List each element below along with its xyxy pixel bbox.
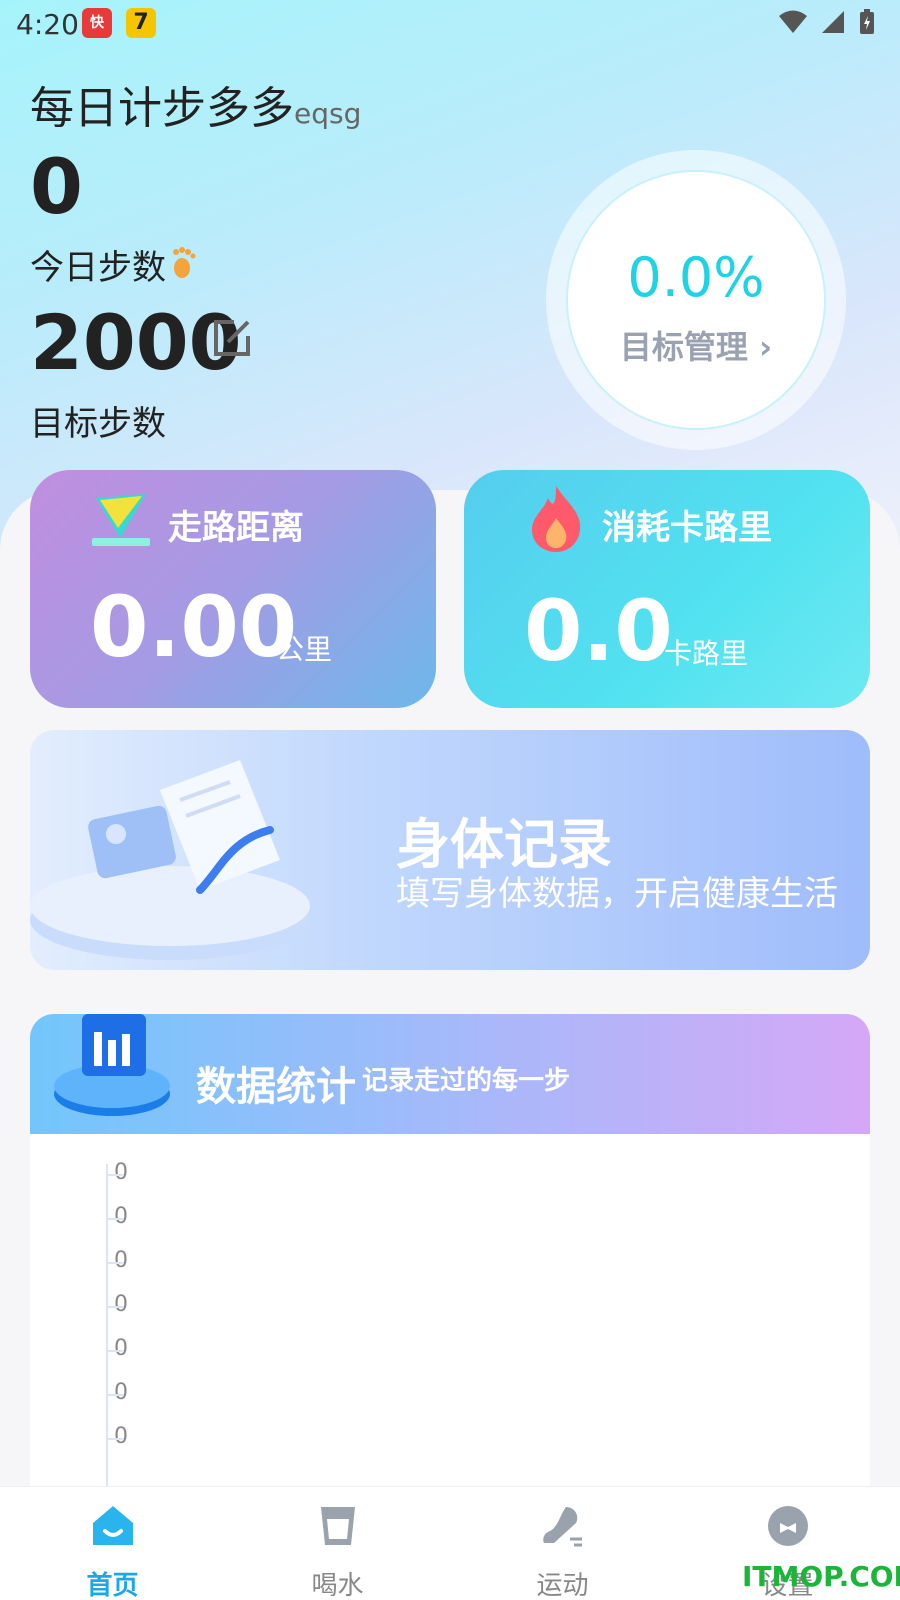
y-tick: 0 — [114, 1380, 128, 1405]
home-icon — [93, 1506, 133, 1545]
walk-distance-title: 走路距离 — [168, 508, 304, 548]
y-tick: 0 — [114, 1204, 128, 1229]
calories-title: 消耗卡路里 — [602, 508, 772, 548]
battery-icon — [860, 9, 874, 34]
y-tick: 0 — [114, 1160, 128, 1185]
walk-distance-unit: 公里 — [276, 633, 333, 666]
status-time: 4:20 — [16, 8, 79, 41]
y-tick: 0 — [114, 1424, 128, 1449]
cup-icon — [321, 1507, 355, 1545]
stats-subtitle: 记录走过的每一步 — [362, 1066, 571, 1096]
y-tick: 0 — [114, 1292, 128, 1317]
y-tick-mark — [108, 1350, 124, 1352]
signal-icon — [822, 11, 844, 33]
edit-goal-icon[interactable] — [212, 318, 252, 358]
kuaishou-notification-icon: 快 — [82, 8, 112, 38]
goal-steps-label: 目标步数 — [30, 404, 166, 444]
today-steps-label: 今日步数 — [30, 248, 166, 288]
wifi-icon — [779, 10, 807, 33]
tab-home[interactable]: 首页 — [0, 1487, 225, 1600]
status-bar: 4:20 快 7 — [0, 0, 900, 48]
stats-title: 数据统计 — [196, 1064, 356, 1110]
y-tick-mark — [108, 1174, 124, 1176]
y-tick-mark — [108, 1262, 124, 1264]
today-steps-value: 0 — [30, 142, 83, 231]
flame-icon — [532, 486, 581, 552]
paper-plane-icon — [92, 494, 150, 546]
body-record-subtitle: 填写身体数据，开启健康生活 — [396, 874, 838, 914]
steps-chart: 0 0 0 0 0 0 0 — [30, 1134, 870, 1486]
app-title: 每日计步多多eqsg — [30, 72, 361, 136]
goal-management-link[interactable]: 目标管理 › — [566, 322, 826, 368]
tab-water-label: 喝水 — [311, 1571, 364, 1600]
y-tick-mark — [108, 1394, 124, 1396]
shoe-icon — [543, 1507, 582, 1547]
y-tick: 0 — [114, 1336, 128, 1361]
calories-unit: 卡路里 — [664, 637, 749, 670]
app-suffix: eqsg — [294, 97, 362, 130]
goal-progress-percent: 0.0% — [627, 246, 765, 309]
walk-distance-value: 0.00 — [90, 578, 298, 676]
tab-home-label: 首页 — [86, 1571, 139, 1600]
watermark: ITMOP.COM — [742, 1560, 900, 1593]
tab-water[interactable]: 喝水 — [225, 1487, 450, 1600]
tab-sport[interactable]: 运动 — [450, 1487, 675, 1600]
y-tick-mark — [108, 1438, 124, 1440]
goal-steps-value: 2000 — [30, 298, 242, 387]
y-tick: 0 — [114, 1248, 128, 1273]
walk-distance-card[interactable]: 走路距离 0.00 公里 — [30, 470, 436, 708]
tab-sport-label: 运动 — [536, 1571, 589, 1600]
body-record-illustration — [30, 760, 310, 960]
bar-chart-icon — [54, 1014, 170, 1116]
calories-value: 0.0 — [524, 582, 673, 680]
system-icons — [778, 8, 876, 36]
y-tick-mark — [108, 1218, 124, 1220]
settings-icon — [768, 1506, 808, 1546]
app-notification-icon: 7 — [126, 8, 156, 38]
app-name: 每日计步多多 — [30, 83, 294, 134]
calories-card[interactable]: 消耗卡路里 0.0 卡路里 — [464, 470, 870, 708]
y-tick-mark — [108, 1306, 124, 1308]
footprint-icon — [173, 247, 196, 278]
